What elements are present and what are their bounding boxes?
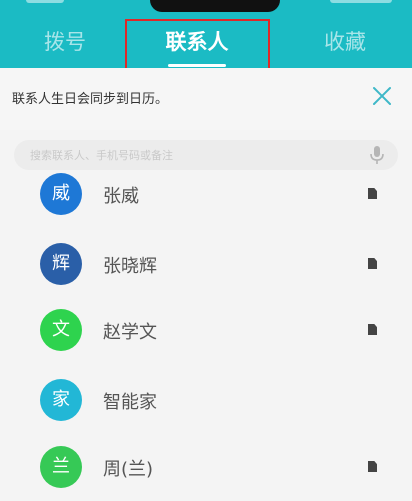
status-bar-time <box>26 0 64 3</box>
contact-list-item[interactable]: 家 智能家 <box>0 366 412 434</box>
contact-list-item[interactable]: 威 张威 <box>0 160 412 228</box>
avatar: 文 <box>40 309 82 351</box>
contact-list-item[interactable]: 文 赵学文 <box>0 296 412 364</box>
header-bar: 拨号 联系人 收藏 <box>0 0 412 68</box>
notice-text: 联系人生日会同步到日历。 <box>12 92 169 107</box>
birthday-sync-notice: 联系人生日会同步到日历。 <box>0 68 412 130</box>
tab-favorites[interactable]: 收藏 <box>290 20 400 64</box>
tab-contacts[interactable]: 联系人 <box>124 20 270 64</box>
avatar: 家 <box>40 379 82 421</box>
contact-card-icon[interactable] <box>368 188 377 199</box>
active-tab-indicator <box>168 64 226 67</box>
contact-card-icon[interactable] <box>368 324 377 335</box>
close-icon[interactable] <box>370 84 394 108</box>
avatar: 兰 <box>40 446 82 488</box>
camera-notch <box>150 0 280 12</box>
contact-name: 智能家 <box>103 392 157 413</box>
avatar: 威 <box>40 173 82 215</box>
contact-list-item[interactable]: 辉 张晓辉 <box>0 230 412 298</box>
contact-list-item[interactable]: 兰 周(兰) <box>0 433 412 501</box>
contact-card-icon[interactable] <box>368 461 377 472</box>
avatar: 辉 <box>40 243 82 285</box>
contact-name: 张威 <box>103 186 139 207</box>
tab-dial[interactable]: 拨号 <box>10 20 120 64</box>
contact-name: 张晓辉 <box>103 256 157 277</box>
contact-card-icon[interactable] <box>368 258 377 269</box>
contact-name: 赵学文 <box>103 322 157 343</box>
status-bar-indicators <box>330 0 392 3</box>
contact-name: 周(兰) <box>103 459 154 480</box>
